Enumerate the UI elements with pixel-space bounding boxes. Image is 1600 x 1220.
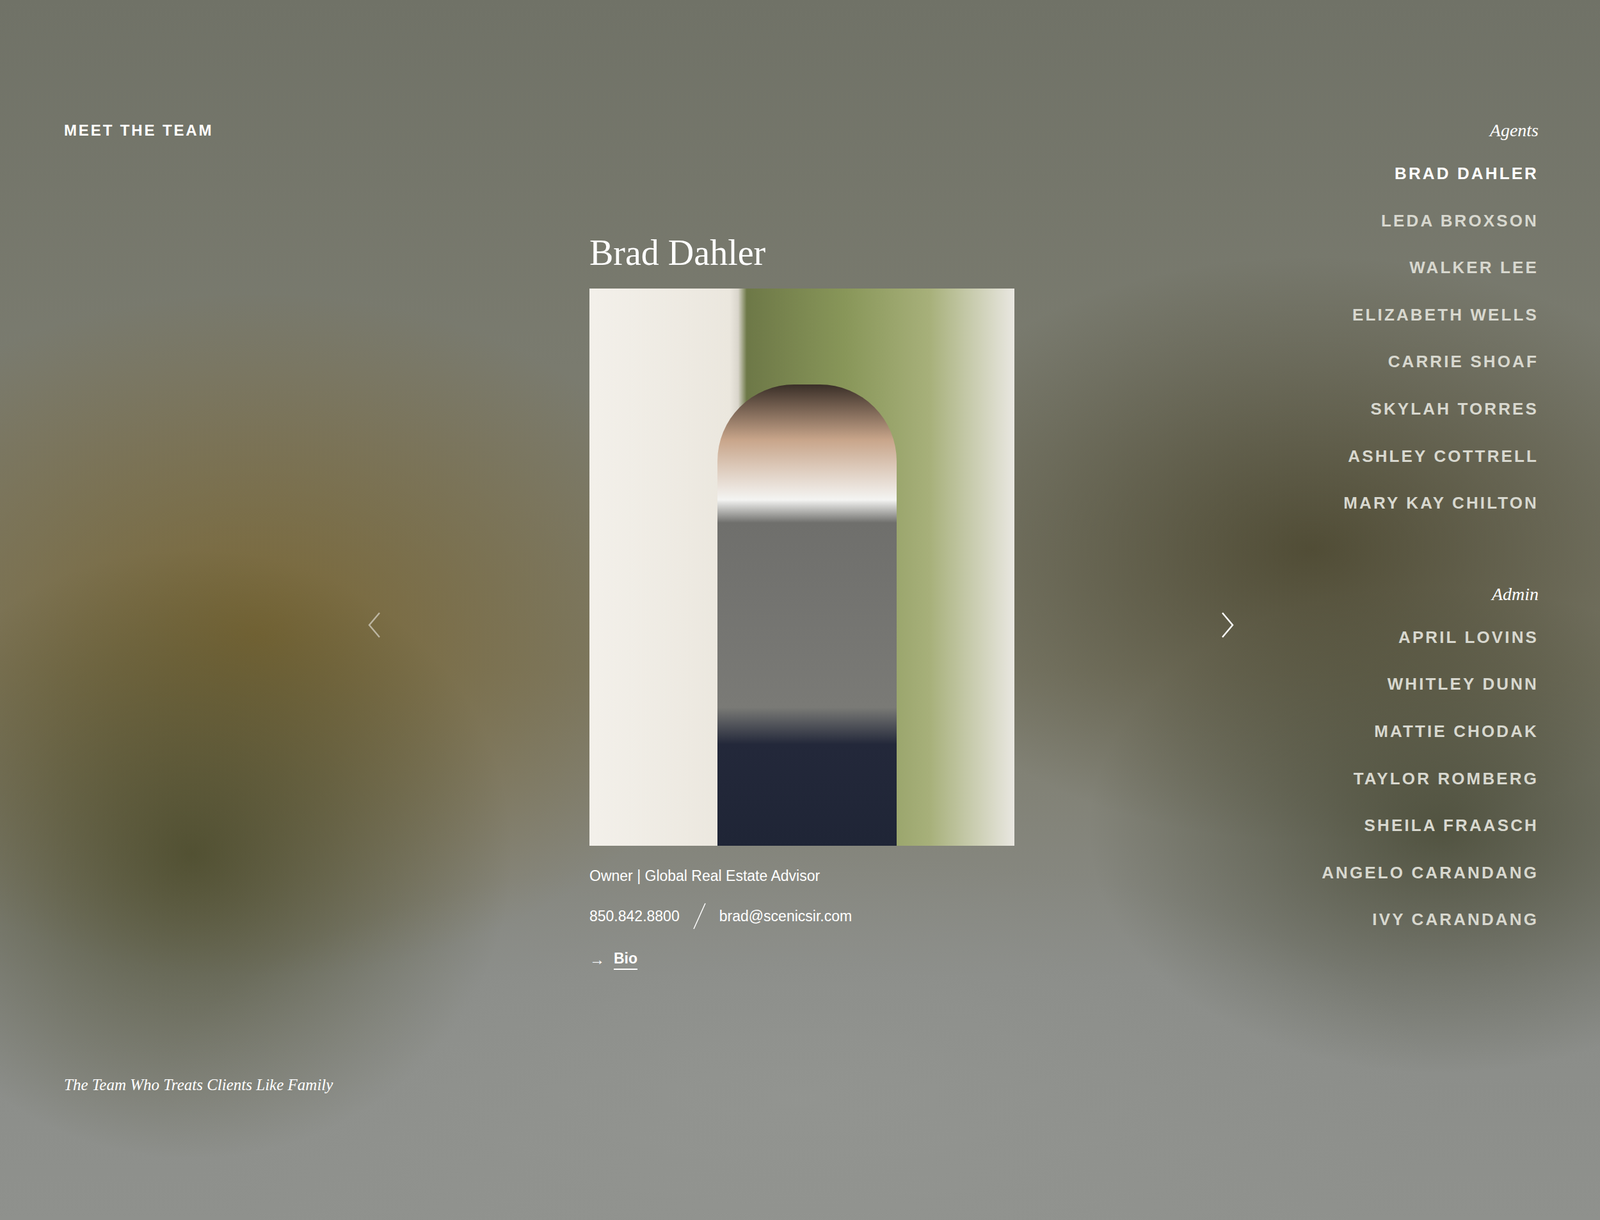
phone-link[interactable]: 850.842.8800 (589, 906, 680, 927)
bio-label: Bio (613, 949, 638, 971)
prev-button[interactable] (361, 606, 388, 645)
bio-link[interactable]: → Bio (589, 949, 1015, 971)
group-heading: Admin (1491, 583, 1539, 607)
member-item[interactable]: IVY CARANDANG (1372, 896, 1539, 944)
tagline: The Team Who Treats Clients Like Family (64, 1075, 362, 1096)
group-heading: Agents (1489, 119, 1539, 143)
member-item[interactable]: ASHLEY COTTRELL (1347, 432, 1539, 480)
separator-line-icon (692, 902, 707, 931)
page-title: MEET THE TEAM (64, 120, 362, 141)
chevron-left-icon (366, 611, 383, 640)
profile-photo (589, 288, 1015, 847)
member-item[interactable]: MATTIE CHODAK (1374, 707, 1539, 756)
member-item[interactable]: WALKER LEE (1409, 243, 1539, 292)
chevron-right-icon (1219, 611, 1236, 640)
arrow-right-icon: → (589, 950, 605, 970)
profile-card: Brad Dahler Owner | Global Real Estate Ad… (589, 0, 1015, 1220)
next-button[interactable] (1214, 606, 1241, 645)
member-item[interactable]: WHITLEY DUNN (1387, 660, 1539, 708)
member-item[interactable]: CARRIE SHOAF (1388, 337, 1539, 386)
member-item[interactable]: TAYLOR ROMBERG (1353, 755, 1539, 803)
team-list: Agents BRAD DAHLERLEDA BROXSONWALKER LEEE… (1240, 0, 1539, 1220)
profile-name: Brad Dahler (589, 232, 1015, 274)
left-column: MEET THE TEAM The Team Who Treats Clients… (64, 0, 362, 1220)
member-item[interactable]: SKYLAH TORRES (1370, 385, 1539, 433)
member-list: APRIL LOVINSWHITLEY DUNNMATTIE CHODAKTAY… (1321, 613, 1539, 944)
member-item[interactable]: BRAD DAHLER (1394, 149, 1539, 198)
member-item[interactable]: SHEILA FRAASCH (1364, 801, 1539, 850)
member-item[interactable]: APRIL LOVINS (1398, 613, 1539, 662)
member-item[interactable]: ANGELO CARANDANG (1321, 849, 1539, 897)
member-item[interactable]: ELIZABETH WELLS (1352, 291, 1539, 339)
member-list: BRAD DAHLERLEDA BROXSONWALKER LEEELIZABE… (1343, 149, 1539, 527)
member-item[interactable]: LEDA BROXSON (1381, 197, 1539, 245)
contact-row: 850.842.8800 brad@scenicsir.com (589, 902, 1015, 931)
member-item[interactable]: MARY KAY CHILTON (1343, 479, 1539, 527)
person-figure (717, 384, 897, 847)
profile-role: Owner | Global Real Estate Advisor (589, 866, 1015, 886)
email-link[interactable]: brad@scenicsir.com (719, 906, 852, 927)
